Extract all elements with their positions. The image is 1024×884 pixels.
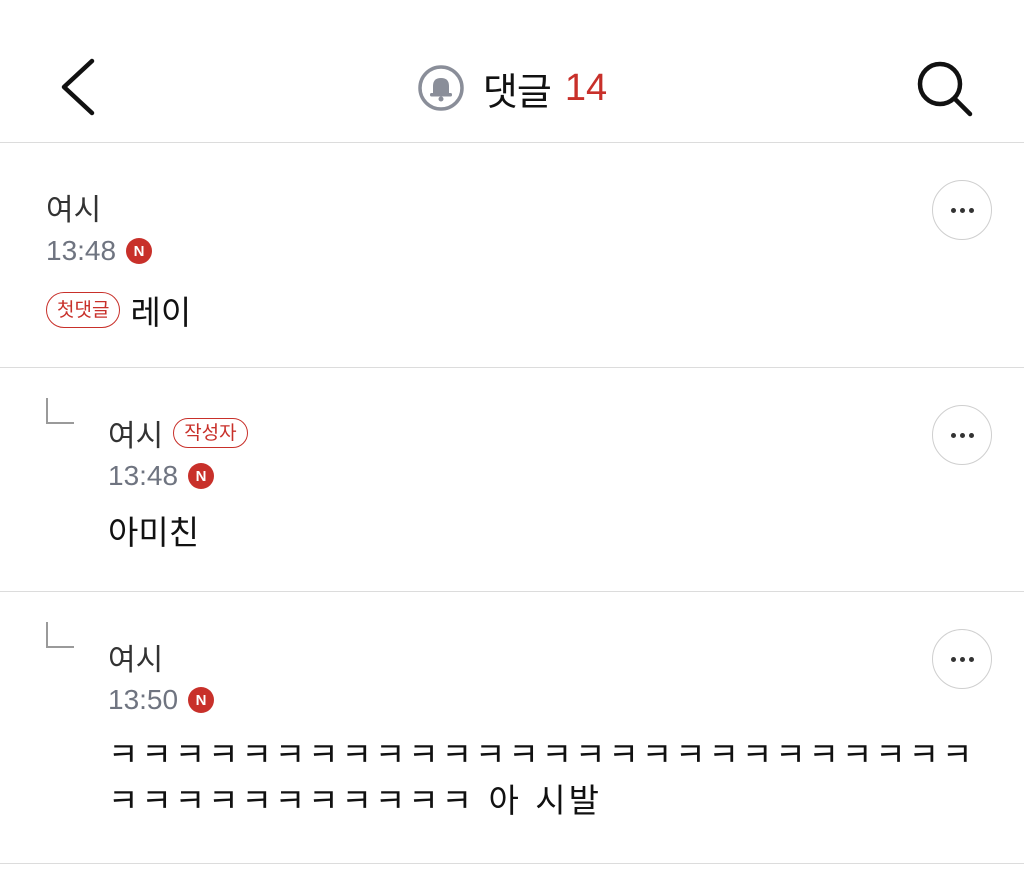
new-badge: N <box>126 238 153 264</box>
writer-badge: 작성자 <box>173 418 248 448</box>
more-dots-icon <box>950 207 974 213</box>
reply-item: 여시 작성자 13:48 N 아미친 <box>0 368 1024 592</box>
search-icon <box>917 61 973 117</box>
author-name: 여시 <box>46 193 102 228</box>
author-name: 여시 <box>108 419 164 454</box>
header-title-group: 댓글 14 <box>0 60 1024 116</box>
comment-item: 여시 13:48 N 첫댓글 레이 <box>0 143 1024 368</box>
comment-time: 13:48 <box>108 460 179 491</box>
page-title: 댓글 <box>482 69 552 114</box>
reply-item: 여시 13:50 N ㅋㅋㅋㅋㅋㅋㅋㅋㅋㅋㅋㅋㅋㅋㅋㅋㅋㅋㅋㅋㅋㅋㅋㅋㅋㅋ ㅋㅋ… <box>0 592 1024 864</box>
comment-time: 13:48 <box>46 235 117 266</box>
more-options-button[interactable] <box>932 180 992 240</box>
comment-text: ㅋㅋㅋㅋㅋㅋㅋㅋㅋㅋㅋㅋㅋㅋㅋㅋㅋㅋㅋㅋㅋㅋㅋㅋㅋㅋ ㅋㅋㅋㅋㅋㅋㅋㅋㅋㅋㅋ 아… <box>108 732 988 824</box>
bell-icon[interactable] <box>417 64 465 112</box>
more-dots-icon <box>950 432 974 438</box>
comment-author: 여시 <box>46 187 102 228</box>
comment-count: 14 <box>564 66 608 109</box>
comment-time: 13:50 <box>108 684 179 715</box>
first-comment-badge: 첫댓글 <box>46 292 121 328</box>
comment-text: 레이 <box>130 293 192 332</box>
reply-arrow-icon <box>46 622 74 648</box>
search-button[interactable] <box>912 56 976 120</box>
comment-author: 여시 <box>108 637 164 678</box>
reply-arrow-icon <box>46 398 74 424</box>
comment-meta: 13:48 N <box>108 458 215 494</box>
comment-meta: 13:50 N <box>108 682 215 718</box>
comment-text-line: ㅋㅋㅋㅋㅋㅋㅋㅋㅋㅋㅋㅋㅋㅋㅋㅋㅋㅋㅋㅋㅋㅋㅋㅋㅋㅋ <box>108 735 976 774</box>
comment-text: 아미친 <box>108 513 200 552</box>
new-badge: N <box>188 463 215 489</box>
new-badge: N <box>188 687 215 713</box>
comment-body: 첫댓글 레이 <box>46 288 191 332</box>
comment-author: 여시 작성자 <box>108 413 248 454</box>
comment-text-line: ㅋㅋㅋㅋㅋㅋㅋㅋㅋㅋㅋ 아 시발 <box>108 781 603 820</box>
more-dots-icon <box>950 656 974 662</box>
more-options-button[interactable] <box>932 405 992 465</box>
author-name: 여시 <box>108 643 164 678</box>
header-bar: 댓글 14 <box>0 0 1024 143</box>
comment-meta: 13:48 N <box>46 233 153 269</box>
more-options-button[interactable] <box>932 629 992 689</box>
